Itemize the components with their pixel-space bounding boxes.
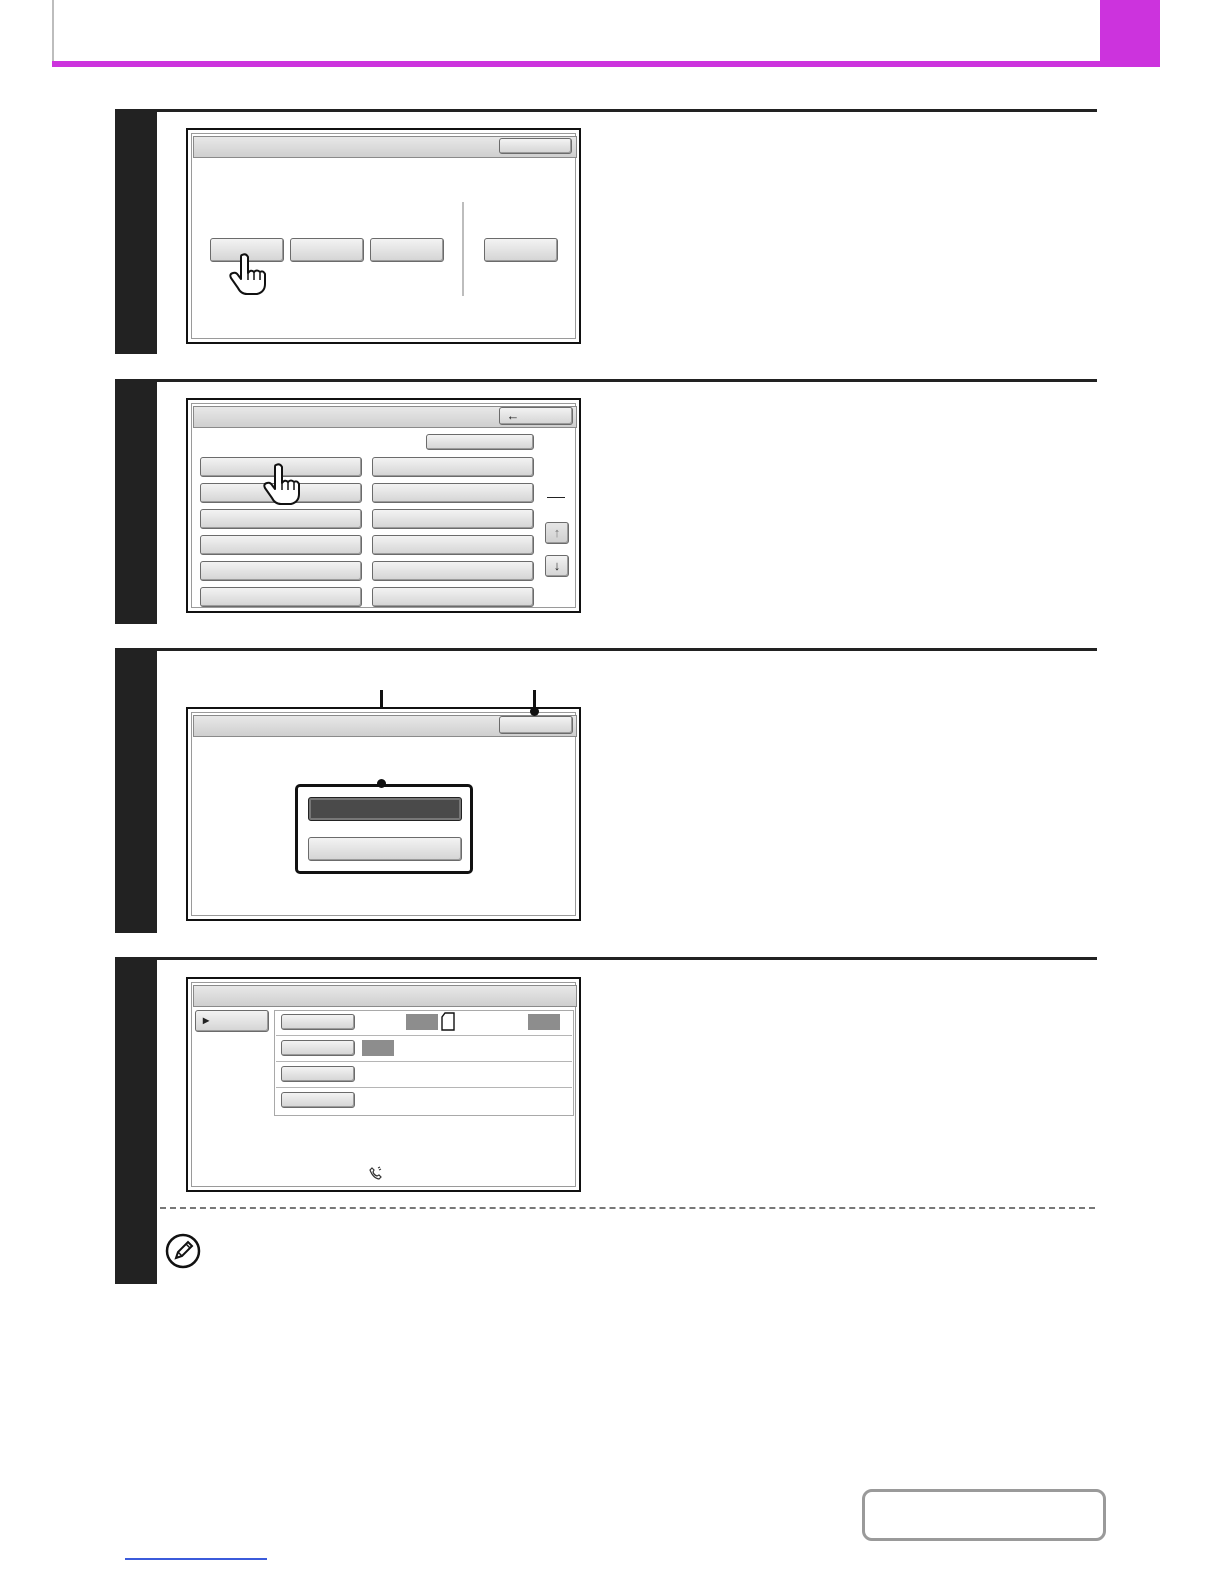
pointing-hand-icon (263, 463, 300, 505)
screen-4-row-2-button[interactable] (281, 1040, 355, 1056)
header-accent-line (52, 61, 1160, 67)
screen-4-row-4-button[interactable] (281, 1092, 355, 1108)
screen-1-divider (462, 202, 464, 296)
screen-4-row-sep-3 (276, 1087, 572, 1088)
arrow-down-icon: ↓ (553, 558, 561, 573)
screen-2-page-indicator (547, 497, 565, 498)
screen-4-titlebar (193, 985, 577, 1007)
screen-2-list-button-r2[interactable] (372, 483, 534, 503)
step-2-rule (157, 379, 1097, 382)
screen-4-row-sep-1 (276, 1035, 572, 1036)
screen-4-row-2-chip (362, 1040, 394, 1056)
screen-1-ok-button[interactable] (499, 138, 572, 154)
screen-2-list-button-l3[interactable] (200, 509, 362, 529)
step-1-bar (115, 109, 157, 354)
screen-3-selected-option-button[interactable] (308, 797, 462, 821)
header-edge (52, 0, 54, 61)
screen-4: ▸ (186, 977, 581, 1192)
step-4-rule (157, 957, 1097, 960)
arrow-up-icon: ↑ (553, 525, 561, 540)
screen-1-option-button-2[interactable] (290, 238, 364, 262)
screen-4-row-1-chip-1 (406, 1014, 438, 1030)
screen-1-option-button-3[interactable] (370, 238, 444, 262)
pointing-hand-icon (229, 253, 266, 295)
step-3-bar (115, 648, 157, 933)
step-4-bar (115, 957, 157, 1284)
screen-2-scroll-up-button[interactable]: ↑ (545, 522, 569, 544)
contents-nav-button[interactable] (862, 1489, 1106, 1541)
screen-2-top-button[interactable] (426, 434, 534, 450)
screen-4-row-1-chip-2 (528, 1014, 560, 1030)
play-triangle-icon: ▸ (202, 1013, 210, 1027)
screen-2-list-button-r3[interactable] (372, 509, 534, 529)
page-icon (441, 1012, 455, 1031)
screen-3-ok-button[interactable] (499, 716, 573, 734)
screen-2-list-button-r6[interactable] (372, 587, 534, 607)
step-2-bar (115, 379, 157, 624)
screen-3 (186, 707, 581, 921)
footer-link[interactable] (125, 1558, 267, 1560)
screen-2-list-button-r1[interactable] (372, 457, 534, 477)
screen-2-list-button-r5[interactable] (372, 561, 534, 581)
screen-1 (186, 128, 581, 344)
step-1-rule (157, 109, 1097, 112)
note-divider (160, 1207, 1095, 1209)
screen-2-list-button-l4[interactable] (200, 535, 362, 555)
header-tab[interactable] (1100, 0, 1160, 67)
screen-3-option-button[interactable] (308, 837, 462, 861)
screen-1-option-button-4[interactable] (484, 238, 558, 262)
screen-4-row-3-button[interactable] (281, 1066, 355, 1082)
step-3-rule (157, 648, 1097, 651)
phone-icon (369, 1166, 382, 1180)
screen-2-list-button-r4[interactable] (372, 535, 534, 555)
pencil-note-icon (165, 1233, 201, 1269)
callout-2-dot (530, 707, 539, 716)
screen-2-list-button-l6[interactable] (200, 587, 362, 607)
screen-4-side-tab[interactable]: ▸ (195, 1010, 269, 1032)
screen-1-frame (191, 133, 576, 339)
back-arrow-icon: ← (506, 408, 520, 423)
callout-1-dot (377, 779, 386, 788)
screen-4-row-1-button[interactable] (281, 1014, 355, 1030)
screen-4-row-sep-2 (276, 1061, 572, 1062)
screen-2: ← ↑ ↓ (186, 398, 581, 613)
screen-2-scroll-down-button[interactable]: ↓ (545, 555, 569, 577)
screen-2-list-button-l5[interactable] (200, 561, 362, 581)
screen-2-back-button[interactable]: ← (499, 407, 573, 425)
